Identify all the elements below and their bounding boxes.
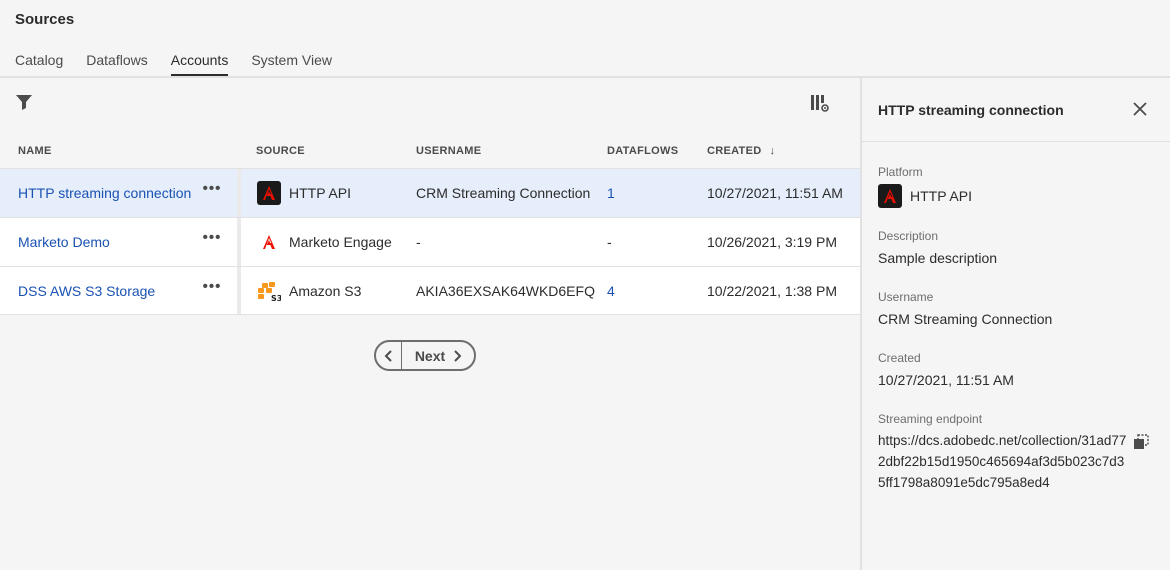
more-actions-button[interactable]: •••	[200, 181, 224, 202]
svg-text:S3: S3	[271, 294, 281, 303]
source-label: Amazon S3	[289, 283, 362, 299]
tab-accounts[interactable]: Accounts	[170, 52, 228, 76]
created-cell: 10/27/2021, 11:51 AM	[707, 185, 843, 201]
adobe-logo-icon	[257, 230, 281, 254]
column-header-dataflows[interactable]: DATAFLOWS	[607, 145, 678, 157]
account-name-link[interactable]: DSS AWS S3 Storage	[18, 283, 155, 299]
dataflows-count: -	[607, 234, 612, 250]
source-label: HTTP API	[289, 185, 351, 201]
column-settings-icon[interactable]	[810, 93, 830, 113]
column-header-name[interactable]: NAME	[18, 145, 52, 157]
table-row[interactable]: HTTP streaming connection ••• HTTP API C…	[0, 168, 860, 217]
chevron-left-icon	[384, 349, 392, 362]
platform-label: Platform	[878, 165, 923, 179]
column-divider	[237, 218, 241, 266]
column-header-created-label: CREATED	[707, 145, 762, 157]
description-label: Description	[878, 229, 939, 243]
adobe-logo-icon	[878, 184, 902, 208]
table-row[interactable]: Marketo Demo ••• Marketo Engage - - 10/2…	[0, 217, 860, 266]
platform-value: HTTP API	[910, 188, 972, 204]
panel-divider	[862, 141, 1170, 142]
amazon-s3-icon: S3	[257, 279, 282, 303]
username-value: CRM Streaming Connection	[878, 311, 1053, 327]
created-label: Created	[878, 351, 921, 365]
tab-bar: Catalog Dataflows Accounts System View	[15, 52, 355, 76]
created-value: 10/27/2021, 11:51 AM	[878, 372, 1014, 388]
tab-catalog[interactable]: Catalog	[15, 52, 63, 76]
tab-system-view[interactable]: System View	[251, 52, 332, 76]
streaming-endpoint-label: Streaming endpoint	[878, 412, 983, 426]
panel-title: HTTP streaming connection	[878, 102, 1064, 118]
next-page-label: Next	[414, 347, 446, 364]
username-cell: AKIA36EXSAK64WKD6EFQ	[416, 283, 595, 299]
table-header: NAME SOURCE USERNAME DATAFLOWS CREATED ↓	[0, 138, 860, 168]
tab-dataflows[interactable]: Dataflows	[86, 52, 147, 76]
column-header-created[interactable]: CREATED ↓	[707, 145, 775, 157]
copy-icon[interactable]	[1133, 434, 1149, 450]
filter-icon[interactable]	[15, 93, 33, 111]
account-name-link[interactable]: HTTP streaming connection	[18, 185, 191, 201]
sort-descending-icon[interactable]: ↓	[769, 145, 775, 157]
username-label: Username	[878, 290, 934, 304]
previous-page-button[interactable]	[376, 342, 402, 369]
column-divider	[237, 169, 241, 217]
details-panel: HTTP streaming connection Platform HTTP …	[860, 78, 1170, 570]
description-value: Sample description	[878, 250, 998, 266]
adobe-logo-icon	[257, 181, 281, 205]
created-cell: 10/22/2021, 1:38 PM	[707, 283, 837, 299]
source-label: Marketo Engage	[289, 234, 392, 250]
column-header-source[interactable]: SOURCE	[256, 145, 305, 157]
created-cell: 10/26/2021, 3:19 PM	[707, 234, 837, 250]
pagination: Next	[374, 340, 476, 371]
account-name-link[interactable]: Marketo Demo	[18, 234, 110, 250]
dataflows-count-link[interactable]: 4	[607, 283, 615, 299]
column-divider	[237, 267, 241, 314]
dataflows-count-link[interactable]: 1	[607, 185, 615, 201]
accounts-table: HTTP streaming connection ••• HTTP API C…	[0, 168, 860, 315]
chevron-right-icon	[454, 349, 462, 362]
streaming-endpoint-value: https://dcs.adobedc.net/collection/31ad7…	[878, 433, 1127, 490]
username-cell: CRM Streaming Connection	[416, 185, 591, 201]
username-cell: -	[416, 234, 421, 250]
column-header-username[interactable]: USERNAME	[416, 145, 481, 157]
next-page-button[interactable]: Next	[402, 342, 474, 369]
close-icon[interactable]	[1133, 102, 1147, 116]
more-actions-button[interactable]: •••	[200, 230, 224, 251]
table-row[interactable]: DSS AWS S3 Storage ••• S3 Amazon S3 AKIA…	[0, 266, 860, 315]
more-actions-button[interactable]: •••	[200, 279, 224, 300]
page-title: Sources	[15, 11, 75, 28]
